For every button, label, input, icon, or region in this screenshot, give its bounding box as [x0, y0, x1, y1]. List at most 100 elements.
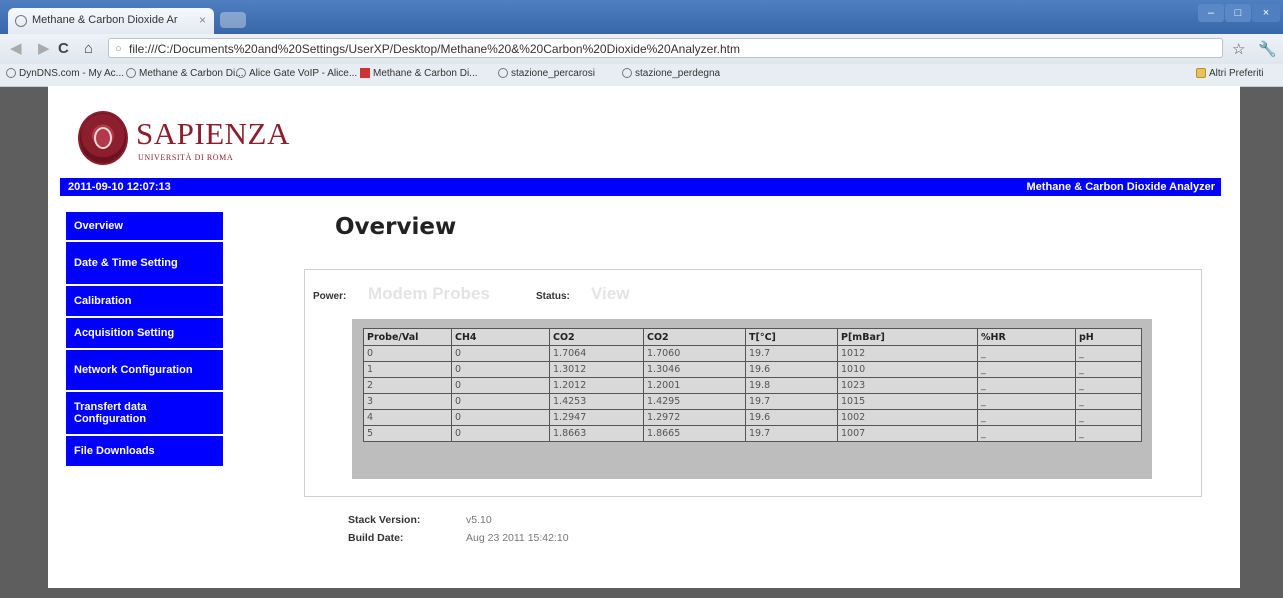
table-cell: _ [1075, 377, 1142, 394]
table-cell: 1.7060 [643, 345, 746, 362]
table-cell: _ [977, 409, 1076, 426]
column-header: CH4 [451, 328, 550, 346]
table-cell: _ [977, 377, 1076, 394]
sidebar-item-calibration[interactable]: Calibration [66, 286, 223, 318]
column-header: T[°C] [745, 328, 838, 346]
reload-icon[interactable]: C [58, 40, 69, 58]
table-cell: _ [977, 345, 1076, 362]
table-cell: 19.6 [745, 409, 838, 426]
star-icon[interactable]: ☆ [1232, 40, 1245, 58]
bookmark-item[interactable]: Alice Gate VoIP - Alice... [236, 68, 357, 79]
bookmark-item[interactable]: Methane & Carbon Di... [360, 68, 478, 79]
column-header: pH [1075, 328, 1142, 346]
column-header: CO2 [549, 328, 644, 346]
forward-arrow-icon[interactable]: ▶ [38, 40, 50, 58]
table-cell: 1.8663 [549, 425, 644, 442]
power-value[interactable]: Modem Probes [368, 284, 490, 304]
build-date-label: Build Date: [348, 532, 404, 544]
table-cell: _ [1075, 425, 1142, 442]
app-title: Methane & Carbon Dioxide Analyzer [1026, 181, 1215, 193]
table-cell: 1 [363, 361, 452, 378]
sidebar-item-acquisition-setting[interactable]: Acquisition Setting [66, 318, 223, 350]
column-header: P[mBar] [837, 328, 978, 346]
table-cell: 3 [363, 393, 452, 410]
table-cell: 5 [363, 425, 452, 442]
column-header: %HR [977, 328, 1076, 346]
table-cell: 4 [363, 409, 452, 426]
table-cell: 1.3012 [549, 361, 644, 378]
overview-panel: Power: Modem Probes Status: View Probe/V… [304, 269, 1202, 497]
other-bookmarks[interactable]: Altri Preferiti [1196, 68, 1263, 79]
version-info: Stack Version: v5.10 Build Date: Aug 23 20… [348, 514, 569, 550]
sidebar-item-transfert-data-configuration[interactable]: Transfert data Configuration [66, 392, 223, 436]
table-cell: _ [1075, 361, 1142, 378]
column-header: CO2 [643, 328, 746, 346]
sidebar-item-date-time-setting[interactable]: Date & Time Setting [66, 242, 223, 286]
table-header-row: Probe/Val CH4 CO2 CO2 T[°C] P[mBar] %HR … [363, 328, 1142, 346]
table-cell: 0 [451, 361, 550, 378]
table-cell: _ [1075, 409, 1142, 426]
wrench-icon[interactable]: 🔧 [1258, 40, 1277, 58]
table-row: 3 0 1.4253 1.4295 19.7 1015 _ _ [363, 393, 1142, 410]
table-cell: 1.4295 [643, 393, 746, 410]
table-cell: 0 [363, 345, 452, 362]
sidebar-item-network-configuration[interactable]: Network Configuration [66, 350, 223, 392]
sidebar-item-overview[interactable]: Overview [66, 212, 223, 242]
table-cell: _ [1075, 393, 1142, 410]
maximize-button[interactable]: □ [1225, 4, 1251, 22]
bookmark-item[interactable]: stazione_percarosi [498, 68, 595, 79]
logo-name: SAPIENZA [136, 116, 290, 151]
build-date-value: Aug 23 2011 15:42:10 [466, 532, 569, 544]
table-cell: 1.2001 [643, 377, 746, 394]
home-icon[interactable]: ⌂ [84, 40, 93, 58]
logo-subtitle: UNIVERSITÀ DI ROMA [138, 153, 234, 162]
sidebar-item-file-downloads[interactable]: File Downloads [66, 436, 223, 468]
sapienza-seal-logo [78, 111, 128, 165]
table-cell: 0 [451, 345, 550, 362]
power-label: Power: [313, 291, 347, 302]
table-cell: 1.2012 [549, 377, 644, 394]
minimize-button[interactable]: – [1198, 4, 1224, 22]
probe-table-frame: Probe/Val CH4 CO2 CO2 T[°C] P[mBar] %HR … [352, 319, 1152, 479]
bookmark-item[interactable]: DynDNS.com - My Ac... [6, 68, 124, 79]
globe-icon [622, 68, 632, 78]
new-tab-button[interactable] [220, 12, 246, 28]
table-cell: 19.6 [745, 361, 838, 378]
bookmark-item[interactable]: stazione_perdegna [622, 68, 720, 79]
probe-table: Probe/Val CH4 CO2 CO2 T[°C] P[mBar] %HR … [363, 328, 1142, 442]
table-cell: 1023 [837, 377, 978, 394]
table-row: 5 0 1.8663 1.8665 19.7 1007 _ _ [363, 425, 1142, 442]
close-window-button[interactable]: × [1252, 4, 1280, 22]
browser-tab[interactable]: Methane & Carbon Dioxide Ar × [8, 8, 214, 34]
header-bar: 2011-09-10 12:07:13 Methane & Carbon Dio… [60, 178, 1221, 196]
table-cell: _ [977, 361, 1076, 378]
page-icon: ○ [115, 43, 122, 55]
column-header: Probe/Val [363, 328, 452, 346]
table-cell: 0 [451, 425, 550, 442]
table-row: 4 0 1.2947 1.2972 19.6 1002 _ _ [363, 409, 1142, 426]
table-cell: 19.8 [745, 377, 838, 394]
bookmark-item[interactable]: Methane & Carbon Di... [126, 68, 244, 79]
tab-title: Methane & Carbon Dioxide Ar [32, 14, 178, 26]
globe-icon [6, 68, 16, 78]
close-tab-icon[interactable]: × [199, 13, 206, 27]
page-title: Overview [335, 214, 457, 240]
table-cell: _ [977, 425, 1076, 442]
address-bar[interactable]: ○ file:///C:/Documents%20and%20Settings/… [108, 38, 1223, 58]
status-value[interactable]: View [591, 284, 629, 304]
page-content: SAPIENZA UNIVERSITÀ DI ROMA 2011-09-10 1… [48, 86, 1240, 588]
table-row: 1 0 1.3012 1.3046 19.6 1010 _ _ [363, 361, 1142, 378]
table-row: 2 0 1.2012 1.2001 19.8 1023 _ _ [363, 377, 1142, 394]
table-cell: 0 [451, 409, 550, 426]
table-cell: _ [977, 393, 1076, 410]
table-cell: 1.7064 [549, 345, 644, 362]
table-cell: _ [1075, 345, 1142, 362]
table-cell: 1.4253 [549, 393, 644, 410]
table-cell: 1010 [837, 361, 978, 378]
table-cell: 1002 [837, 409, 978, 426]
table-cell: 1012 [837, 345, 978, 362]
table-cell: 19.7 [745, 393, 838, 410]
browser-titlebar: Methane & Carbon Dioxide Ar × – □ × [0, 0, 1283, 34]
table-cell: 2 [363, 377, 452, 394]
back-arrow-icon[interactable]: ◀ [10, 40, 22, 58]
